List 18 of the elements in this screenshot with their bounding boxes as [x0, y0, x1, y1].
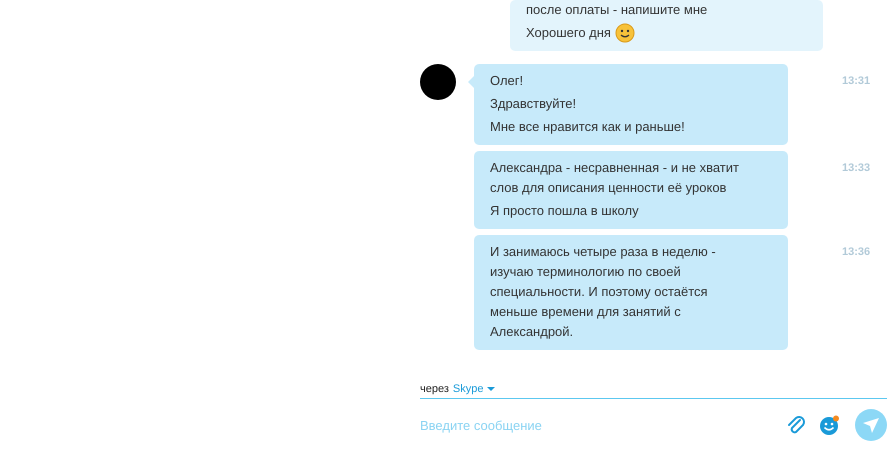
timestamp: 13:31 [842, 75, 870, 87]
send-icon [862, 416, 880, 434]
message-text: Мне все нравится как и раньше! [490, 118, 685, 136]
message-text: И занимаюсь четыре раза в неделю - изучаю терминологию по своей специальности. И поэтому остаётся меньше времени для занятий с Александрой. [490, 243, 716, 341]
message-text: Олег! [490, 72, 524, 90]
caret-icon [487, 387, 496, 391]
timestamp: 13:36 [842, 246, 870, 258]
service-dropdown[interactable]: Skype [452, 383, 496, 395]
send-button[interactable] [855, 409, 887, 441]
paperclip-icon[interactable] [786, 415, 806, 435]
via-label: через [420, 383, 449, 395]
message-text: после оплаты - напишите мне [526, 1, 708, 19]
emoji-icon[interactable] [819, 414, 840, 436]
message-text: Я просто пошла в школу [490, 202, 639, 220]
message-text: Александра - несравненная - и не хватит слов для описания ценности её уроков [490, 159, 739, 197]
message-text: Хорошего дня [526, 24, 611, 42]
timestamp: 13:33 [842, 162, 870, 174]
message-text: Здравствуйте! [490, 95, 576, 113]
